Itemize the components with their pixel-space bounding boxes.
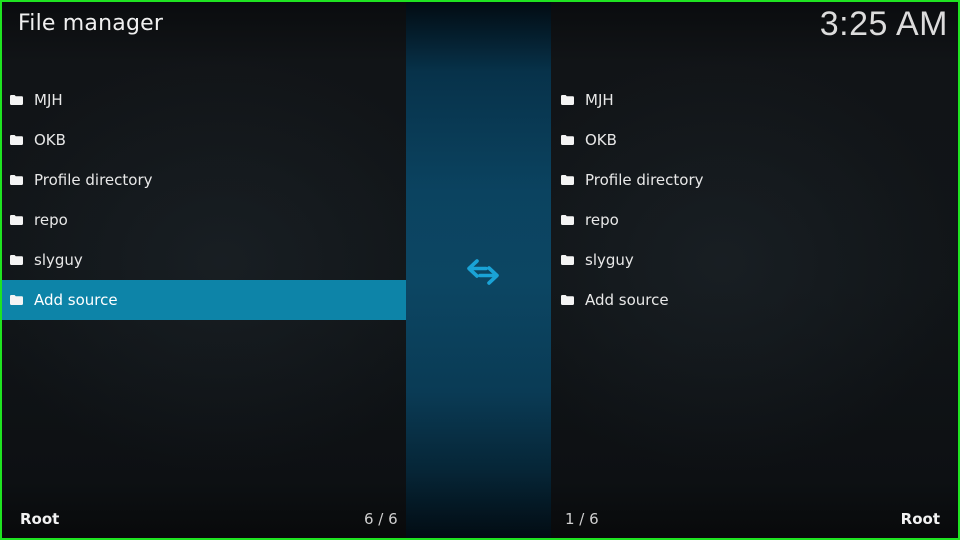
right-list-item-profile-directory[interactable]: Profile directory	[551, 160, 958, 200]
left-list-item-slyguy[interactable]: slyguy	[2, 240, 406, 280]
right-list-item-repo[interactable]: repo	[551, 200, 958, 240]
swap-panel	[406, 2, 551, 538]
right-list-item-add-source[interactable]: Add source	[551, 280, 958, 320]
folder-icon	[10, 255, 23, 265]
left-pane-position: 6 / 6	[364, 510, 398, 528]
folder-icon	[10, 215, 23, 225]
page-title: File manager	[18, 11, 164, 36]
folder-icon	[561, 135, 574, 145]
list-item-label: slyguy	[585, 251, 634, 269]
folder-icon	[10, 175, 23, 185]
left-list-item-okb[interactable]: OKB	[2, 120, 406, 160]
list-item-label: MJH	[585, 91, 614, 109]
right-pane-path: Root	[900, 510, 940, 528]
right-pane-position: 1 / 6	[565, 510, 599, 528]
left-file-list: MJH OKB Profile directory repo slyguy Ad…	[2, 80, 406, 320]
list-item-label: Add source	[34, 291, 118, 309]
list-item-label: MJH	[34, 91, 63, 109]
folder-icon	[10, 95, 23, 105]
swap-arrows-icon[interactable]	[466, 257, 500, 287]
list-item-label: Add source	[585, 291, 669, 309]
folder-icon	[10, 295, 23, 305]
list-item-label: repo	[34, 211, 68, 229]
list-item-label: Profile directory	[585, 171, 704, 189]
list-item-label: OKB	[585, 131, 617, 149]
list-item-label: OKB	[34, 131, 66, 149]
file-manager-window: File manager 3:25 AM MJH OKB Profile dir…	[0, 0, 960, 540]
folder-icon	[561, 175, 574, 185]
right-list-item-mjh[interactable]: MJH	[551, 80, 958, 120]
list-item-label: repo	[585, 211, 619, 229]
list-item-label: slyguy	[34, 251, 83, 269]
list-item-label: Profile directory	[34, 171, 153, 189]
left-list-item-repo[interactable]: repo	[2, 200, 406, 240]
right-list-item-okb[interactable]: OKB	[551, 120, 958, 160]
right-file-list: MJH OKB Profile directory repo slyguy Ad…	[551, 80, 958, 320]
folder-icon	[561, 95, 574, 105]
folder-icon	[10, 135, 23, 145]
folder-icon	[561, 295, 574, 305]
right-list-item-slyguy[interactable]: slyguy	[551, 240, 958, 280]
folder-icon	[561, 255, 574, 265]
left-pane-path: Root	[20, 510, 60, 528]
left-list-item-add-source[interactable]: Add source	[2, 280, 406, 320]
left-list-item-profile-directory[interactable]: Profile directory	[2, 160, 406, 200]
left-list-item-mjh[interactable]: MJH	[2, 80, 406, 120]
folder-icon	[561, 215, 574, 225]
clock: 3:25 AM	[819, 5, 948, 43]
